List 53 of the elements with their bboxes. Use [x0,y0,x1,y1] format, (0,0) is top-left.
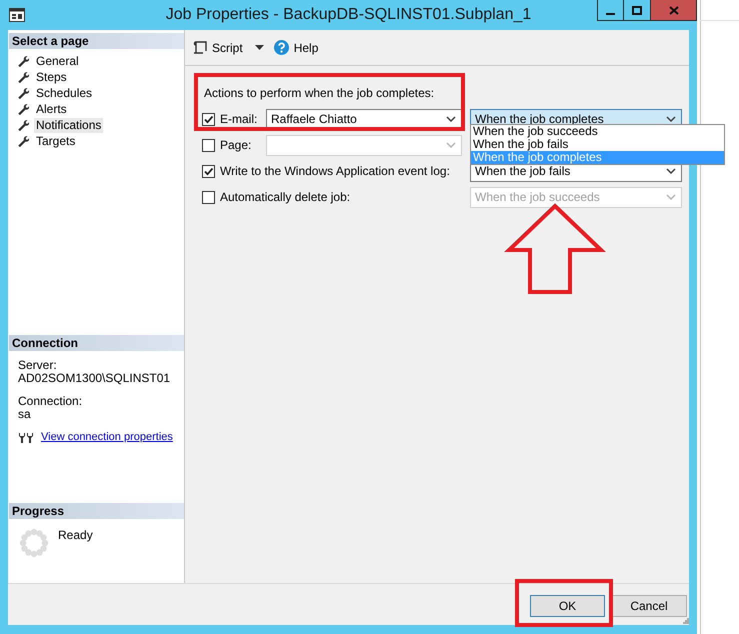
maximize-button[interactable] [624,0,651,21]
page-item[interactable]: Notifications [34,118,104,132]
option-label: Automatically delete job: [220,190,350,204]
connection-link[interactable]: View connection properties [41,431,173,443]
chevron-icon [666,168,676,174]
group-heading: Actions to perform when the job completes: [204,86,434,100]
section-header: Select a page [9,33,184,49]
chevron-icon [446,116,456,122]
list-option[interactable]: When the job fails [471,138,724,151]
server-name: AD02SOM1300\SQLINST01 [18,372,170,385]
close-icon [668,6,678,14]
ok-button[interactable]: OK [530,595,605,617]
wrench-icon [17,135,29,147]
close-button[interactable] [651,0,697,21]
option-label: Page: [220,138,252,152]
page-item[interactable]: Steps [34,70,69,84]
spinner-icon [19,528,49,558]
chevron-icon [446,142,456,148]
wrench-icon [17,55,29,67]
field-label: Connection: [18,395,82,408]
cancel-button[interactable]: Cancel [611,595,687,617]
login-name: sa [18,408,31,421]
scroll-icon [193,40,207,54]
chevron-icon [666,116,676,122]
page-item[interactable]: Schedules [34,86,94,100]
minimize-button[interactable] [597,0,624,21]
plug-icon [18,431,34,443]
help-icon [274,40,289,55]
operator-dropdown[interactable]: Raffaele Chiatto [266,108,462,130]
page-item[interactable]: General [34,54,81,68]
section-header: Progress [9,503,184,519]
section-header: Connection [9,335,184,351]
script-button[interactable]: Script [193,40,243,54]
help-button[interactable]: Help [274,40,318,55]
size-grip-icon[interactable] [683,618,689,624]
wrench-icon [17,119,29,131]
status-text: Ready [58,528,93,544]
checkbox[interactable] [202,164,215,178]
maximize-icon [632,6,642,14]
option-label: E-mail: [220,112,258,126]
page-item[interactable]: Targets [34,134,78,148]
wrench-icon [17,87,29,99]
option-label: Write to the Windows Application event log: [220,164,450,178]
window-title: Job Properties - BackupDB-SQLINST01.Subplan_1 [166,6,532,24]
caret-icon[interactable] [254,45,264,50]
wrench-icon [17,103,29,115]
minimize-icon [606,12,615,14]
field-label: Server: [18,359,57,372]
chevron-icon [666,194,676,200]
page-item[interactable]: Alerts [34,102,69,116]
wrench-icon [17,71,29,83]
checkbox[interactable] [202,112,215,126]
window-icon [9,8,25,22]
